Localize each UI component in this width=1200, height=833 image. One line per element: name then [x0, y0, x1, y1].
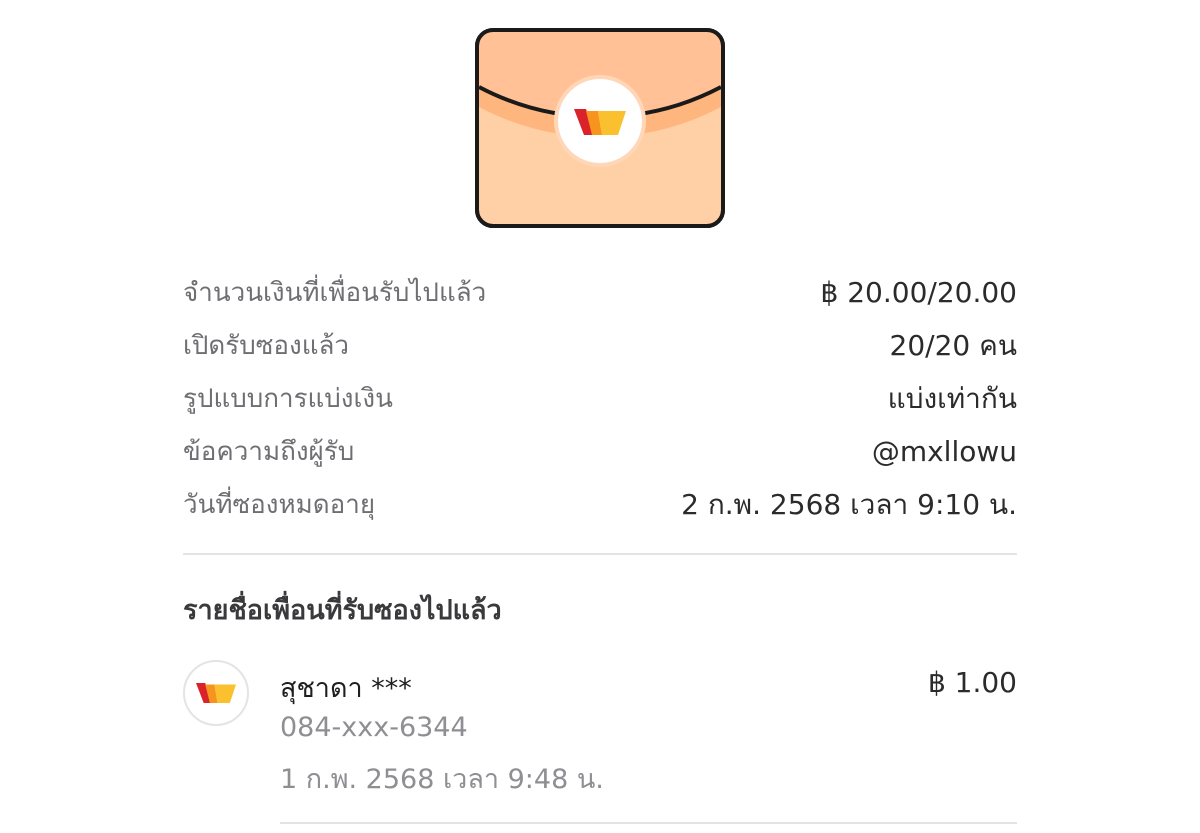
summary-row-opened-count: เปิดรับซองแล้ว 20/20 คน	[183, 319, 1017, 372]
recipient-list-item[interactable]: สุชาดา *** 084-xxx-6344 1 ก.พ. 2568 เวลา…	[183, 660, 1017, 800]
section-divider	[183, 553, 1017, 555]
avatar	[183, 660, 249, 726]
summary-row-message: ข้อความถึงผู้รับ @mxllowu	[183, 425, 1017, 478]
summary-row-expiry: วันที่ซองหมดอายุ 2 ก.พ. 2568 เวลา 9:10 น…	[183, 478, 1017, 531]
summary-label: วันที่ซองหมดอายุ	[183, 490, 376, 520]
summary-value: แบ่งเท่ากัน	[887, 381, 1017, 415]
summary-label: รูปแบบการแบ่งเงิน	[183, 384, 393, 414]
recipient-amount: ฿ 1.00	[927, 666, 1017, 699]
summary-row-split-type: รูปแบบการแบ่งเงิน แบ่งเท่ากัน	[183, 372, 1017, 425]
recipient-phone: 084-xxx-6344	[280, 712, 468, 743]
recipients-section-title: รายชื่อเพื่อนที่รับซองไปแล้ว	[183, 595, 502, 626]
wallet-logo-icon	[196, 683, 236, 703]
envelope-summary: จำนวนเงินที่เพื่อนรับไปแล้ว ฿ 20.00/20.0…	[183, 266, 1017, 531]
summary-value: ฿ 20.00/20.00	[820, 276, 1017, 309]
list-divider	[280, 822, 1017, 824]
recipient-timestamp: 1 ก.พ. 2568 เวลา 9:48 น.	[280, 764, 604, 795]
summary-value: @mxllowu	[871, 435, 1017, 468]
summary-value: 2 ก.พ. 2568 เวลา 9:10 น.	[681, 487, 1017, 521]
envelope-icon	[475, 28, 725, 228]
summary-label: ข้อความถึงผู้รับ	[183, 437, 355, 467]
summary-value: 20/20 คน	[889, 328, 1017, 362]
summary-row-amount-received: จำนวนเงินที่เพื่อนรับไปแล้ว ฿ 20.00/20.0…	[183, 266, 1017, 319]
envelope-illustration	[474, 27, 726, 229]
summary-label: เปิดรับซองแล้ว	[183, 331, 349, 361]
summary-label: จำนวนเงินที่เพื่อนรับไปแล้ว	[183, 278, 487, 308]
recipient-name: สุชาดา ***	[280, 673, 412, 704]
